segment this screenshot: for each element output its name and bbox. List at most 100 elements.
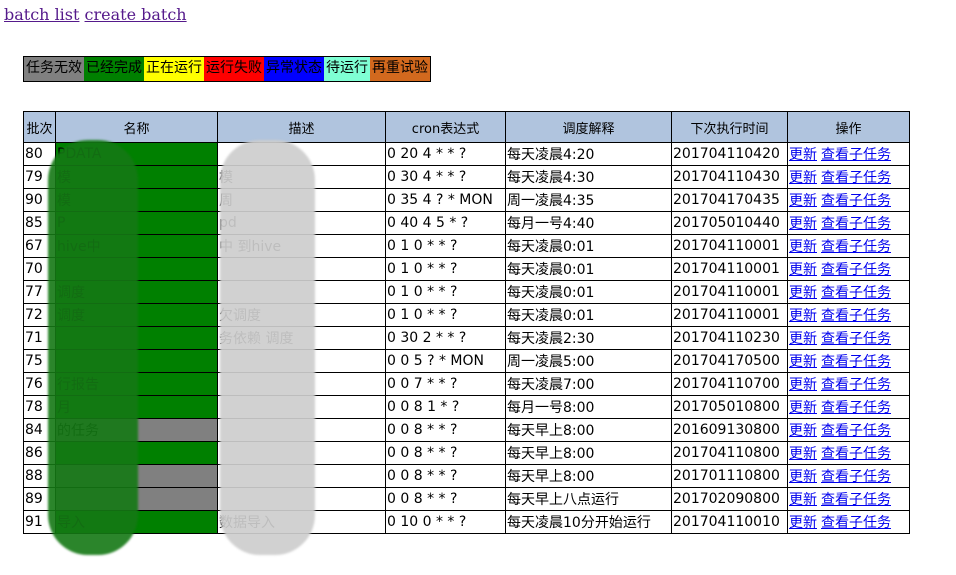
legend-item: 正在运行 [144,57,204,81]
update-link[interactable]: 更新 [789,262,817,278]
view-subtasks-link[interactable]: 查看子任务 [821,285,891,301]
cell-name: PDATA [55,142,218,166]
table-row: 86 0 0 8 * * ? 每天早上8:00 201704110800 更新 查看子任务 [23,441,910,465]
cell-next-run: 201704110001 [671,257,788,281]
cell-explain: 每天早上8:00 [505,464,672,488]
cell-explain: 每天凌晨4:30 [505,165,672,189]
table-row: 88 0 0 8 * * ? 每天早上8:00 201701110800 更新 查看子任务 [23,464,910,488]
cell-desc [217,372,386,396]
header-name: 名称 [55,111,218,143]
cell-next-run: 201704110010 [671,510,788,534]
cell-desc: pd [217,211,386,235]
cell-desc [217,487,386,511]
table-row: 70 0 1 0 * * ? 每天凌晨0:01 201704110001 更新 查看子任务 [23,257,910,281]
cell-desc [217,395,386,419]
cell-actions: 更新 查看子任务 [787,372,910,396]
update-link[interactable]: 更新 [789,170,817,186]
cell-next-run: 201701110800 [671,464,788,488]
view-subtasks-link[interactable]: 查看子任务 [821,239,891,255]
cell-cron: 0 0 5 ? * MON [385,349,506,373]
cell-desc [217,441,386,465]
view-subtasks-link[interactable]: 查看子任务 [821,331,891,347]
update-link[interactable]: 更新 [789,216,817,232]
view-subtasks-link[interactable]: 查看子任务 [821,377,891,393]
view-subtasks-link[interactable]: 查看子任务 [821,216,891,232]
header-next-run: 下次执行时间 [671,111,788,143]
cell-next-run: 201704110001 [671,234,788,258]
cell-name: 行报告 [55,372,218,396]
cell-cron: 0 10 0 * * ? [385,510,506,534]
cell-actions: 更新 查看子任务 [787,234,910,258]
cell-next-run: 201705010440 [671,211,788,235]
cell-batch-id: 78 [23,395,56,419]
cell-name [55,464,218,488]
table-row: 76 行报告 0 0 7 * * ? 每天凌晨7:00 201704110700 更新 查看… [23,372,910,396]
cell-actions: 更新 查看子任务 [787,165,910,189]
cell-batch-id: 90 [23,188,56,212]
view-subtasks-link[interactable]: 查看子任务 [821,354,891,370]
update-link[interactable]: 更新 [789,400,817,416]
batch-table: 批次 名称 描述 cron表达式 调度解释 下次执行时间 操作 80 PDATA 0… [23,111,910,534]
cell-batch-id: 85 [23,211,56,235]
cell-explain: 每月一号4:40 [505,211,672,235]
view-subtasks-link[interactable]: 查看子任务 [821,492,891,508]
update-link[interactable]: 更新 [789,377,817,393]
cell-cron: 0 1 0 * * ? [385,234,506,258]
cell-actions: 更新 查看子任务 [787,510,910,534]
update-link[interactable]: 更新 [789,469,817,485]
view-subtasks-link[interactable]: 查看子任务 [821,515,891,531]
update-link[interactable]: 更新 [789,515,817,531]
create-batch-link[interactable]: create batch [85,5,187,24]
cell-actions: 更新 查看子任务 [787,280,910,304]
view-subtasks-link[interactable]: 查看子任务 [821,423,891,439]
cell-actions: 更新 查看子任务 [787,418,910,442]
batch-list-link[interactable]: batch list [4,5,79,24]
cell-desc [217,464,386,488]
update-link[interactable]: 更新 [789,308,817,324]
update-link[interactable]: 更新 [789,239,817,255]
cell-explain: 每天凌晨2:30 [505,326,672,350]
update-link[interactable]: 更新 [789,446,817,462]
view-subtasks-link[interactable]: 查看子任务 [821,147,891,163]
view-subtasks-link[interactable]: 查看子任务 [821,262,891,278]
cell-name: hive中 [55,234,218,258]
view-subtasks-link[interactable]: 查看子任务 [821,193,891,209]
legend-item: 已经完成 [84,57,144,81]
cell-explain: 每天凌晨0:01 [505,280,672,304]
cell-next-run: 201704110430 [671,165,788,189]
update-link[interactable]: 更新 [789,193,817,209]
update-link[interactable]: 更新 [789,285,817,301]
update-link[interactable]: 更新 [789,331,817,347]
header-batch: 批次 [23,111,56,143]
view-subtasks-link[interactable]: 查看子任务 [821,446,891,462]
view-subtasks-link[interactable]: 查看子任务 [821,469,891,485]
view-subtasks-link[interactable]: 查看子任务 [821,400,891,416]
cell-desc: 中 到hive [217,234,386,258]
update-link[interactable]: 更新 [789,423,817,439]
top-nav: batch list create batch [4,5,187,25]
update-link[interactable]: 更新 [789,147,817,163]
cell-name [55,349,218,373]
cell-explain: 每天凌晨7:00 [505,372,672,396]
cell-batch-id: 86 [23,441,56,465]
update-link[interactable]: 更新 [789,492,817,508]
view-subtasks-link[interactable]: 查看子任务 [821,170,891,186]
cell-batch-id: 76 [23,372,56,396]
cell-desc [217,257,386,281]
cell-actions: 更新 查看子任务 [787,188,910,212]
cell-cron: 0 0 8 1 * ? [385,395,506,419]
cell-name: 模 [55,188,218,212]
cell-cron: 0 1 0 * * ? [385,257,506,281]
table-row: 67 hive中中 到hive 0 1 0 * * ? 每天凌晨0:01 2017041… [23,234,910,258]
cell-cron: 0 30 2 * * ? [385,326,506,350]
cell-explain: 每天凌晨4:20 [505,142,672,166]
table-row: 72 调度 欠调度 0 1 0 * * ? 每天凌晨0:01 201704110001 更新… [23,303,910,327]
cell-explain: 每月一号8:00 [505,395,672,419]
cell-name: P [55,211,218,235]
cell-batch-id: 89 [23,487,56,511]
cell-batch-id: 72 [23,303,56,327]
cell-desc [217,349,386,373]
update-link[interactable]: 更新 [789,354,817,370]
cell-name: 导入 [55,510,218,534]
view-subtasks-link[interactable]: 查看子任务 [821,308,891,324]
